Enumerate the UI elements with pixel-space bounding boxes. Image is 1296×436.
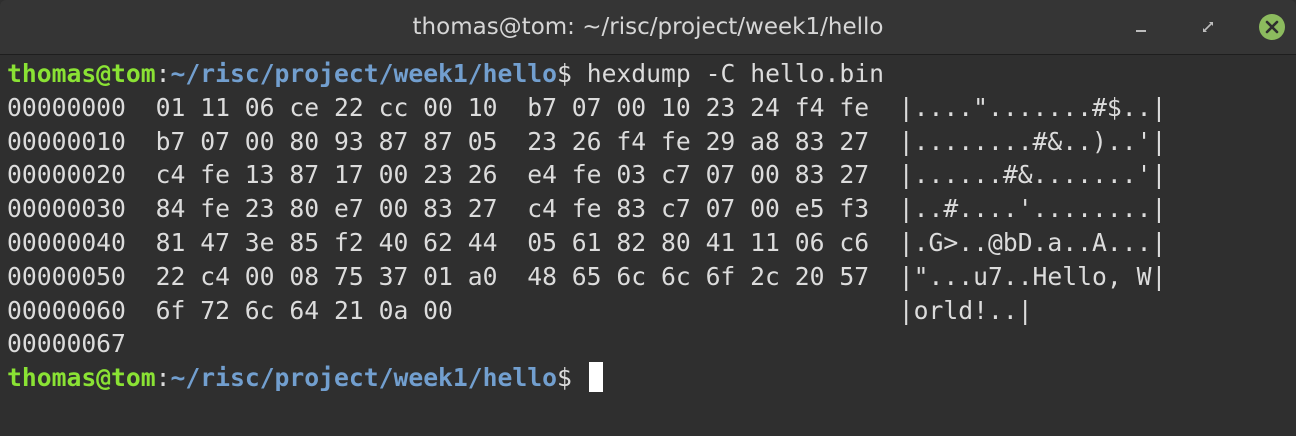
output-line: 00000030 84 fe 23 80 e7 00 83 27 c4 fe 8… [7, 194, 1167, 224]
output-line: 00000067 [7, 329, 126, 359]
output-line: 00000050 22 c4 00 08 75 37 01 a0 48 65 6… [7, 261, 1167, 291]
output-line: 00000020 c4 fe 13 87 17 00 23 26 e4 fe 0… [7, 160, 1167, 190]
prompt-path: ~/risc/project/week1/hello [170, 363, 557, 393]
title-bar[interactable]: thomas@tom: ~/risc/project/week1/hello [0, 0, 1296, 55]
command-text: hexdump -C hello.bin [571, 59, 884, 88]
prompt-user: thomas@tom [7, 59, 156, 88]
output-line: 00000060 6f 72 6c 64 21 0a 00 |orld!..| [7, 295, 1033, 325]
output-line: 00000000 01 11 06 ce 22 cc 00 10 b7 07 0… [7, 92, 1167, 122]
prompt-dollar: $ [556, 363, 572, 393]
close-icon [1259, 14, 1285, 40]
maximize-button[interactable] [1192, 11, 1224, 43]
maximize-icon [1203, 22, 1213, 32]
prompt-user: thomas@tom [7, 363, 156, 393]
text-cursor [588, 362, 603, 393]
terminal-window: thomas@tom: ~/risc/project/week1/hello t… [0, 0, 1296, 436]
prompt-path: ~/risc/project/week1/hello [170, 59, 557, 88]
command-text [572, 363, 587, 392]
terminal-area[interactable]: thomas@tom:~/risc/project/week1/hello$ h… [0, 55, 1296, 436]
output-line: 00000010 b7 07 00 80 93 87 87 05 23 26 f… [7, 126, 1167, 156]
prompt-line: thomas@tom:~/risc/project/week1/hello$ h… [7, 57, 1296, 91]
prompt-colon: : [155, 363, 171, 393]
prompt-dollar: $ [556, 59, 572, 88]
close-button[interactable] [1256, 11, 1288, 43]
minimize-button[interactable] [1125, 11, 1157, 43]
window-title: thomas@tom: ~/risc/project/week1/hello [412, 14, 884, 40]
minimize-icon [1136, 30, 1146, 32]
prompt-line: thomas@tom:~/risc/project/week1/hello$ [7, 361, 1296, 395]
prompt-colon: : [155, 59, 171, 88]
output-line: 00000040 81 47 3e 85 f2 40 62 44 05 61 8… [7, 227, 1167, 257]
